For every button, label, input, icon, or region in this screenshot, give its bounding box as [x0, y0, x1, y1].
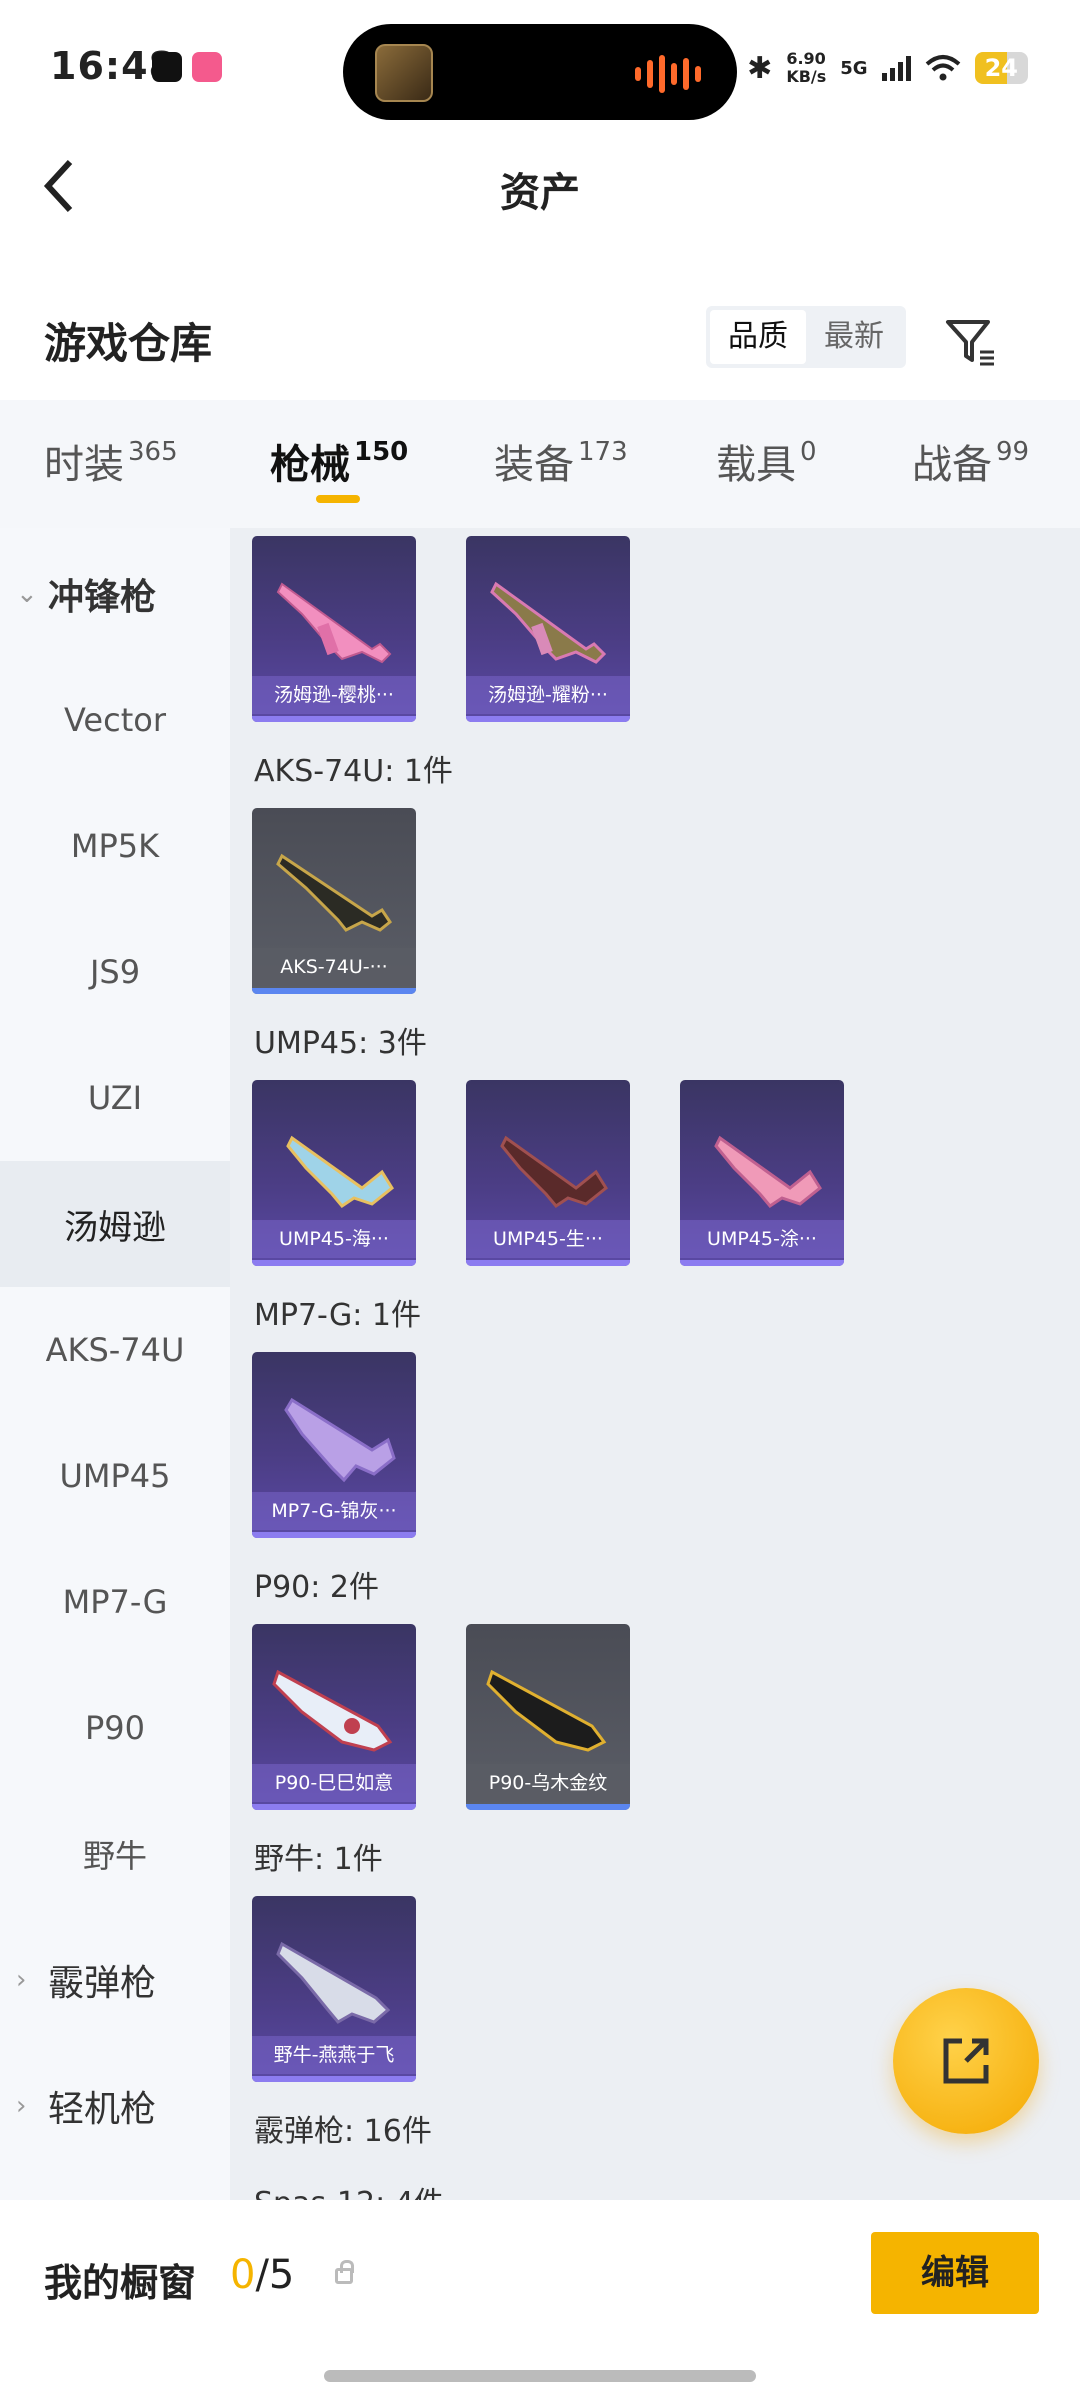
weapon-image	[276, 853, 393, 932]
tab-equipment[interactable]: 装备 173	[494, 432, 628, 490]
sidebar-item-mp7g[interactable]: MP7-G	[0, 1539, 230, 1665]
weapon-name: UMP45-生···	[466, 1220, 630, 1258]
weapon-card[interactable]: MP7-G-锦灰···	[252, 1352, 416, 1538]
music-app-icon	[152, 52, 182, 82]
tab-firearms[interactable]: 枪械 150	[270, 432, 408, 490]
showcase-title: 我的橱窗	[44, 2261, 197, 2305]
chevron-down-icon: ⌄	[16, 579, 38, 609]
sidebar-item-bison[interactable]: 野牛	[0, 1791, 230, 1917]
app-screen: { "status": {"time":"16:48","net_speed_v…	[0, 0, 1080, 2400]
weapon-image	[486, 1669, 607, 1752]
weapon-name: 汤姆逊-耀粉···	[466, 676, 630, 714]
edit-button[interactable]: 编辑	[871, 2232, 1039, 2314]
weapon-image	[276, 582, 392, 664]
showcase-bar: 我的橱窗 0/5 编辑	[0, 2200, 1080, 2400]
section-title-mp7g: MP7-G: 1件	[254, 1298, 421, 1333]
battery-icon: 24	[974, 52, 1028, 84]
tab-fashion[interactable]: 时装 365	[44, 432, 178, 490]
tab-readiness[interactable]: 战备 99	[912, 432, 1029, 490]
weapon-card[interactable]: UMP45-海···	[252, 1080, 416, 1266]
warehouse-title: 游戏仓库	[44, 319, 213, 368]
warehouse-header: 游戏仓库 品质 最新	[0, 290, 1080, 400]
sidebar-item-vector[interactable]: Vector	[0, 657, 230, 783]
weapon-card[interactable]: UMP45-涂···	[680, 1080, 844, 1266]
weapon-name: UMP45-海···	[252, 1220, 416, 1258]
status-right: ✱ 6.90 KB/s 5G 24	[747, 50, 1028, 86]
weapon-card[interactable]: 汤姆逊-樱桃···	[252, 536, 416, 722]
audio-wave-icon	[635, 54, 701, 94]
weapon-grid: 汤姆逊-樱桃··· 汤姆逊-耀粉··· AKS-74U: 1件 AKS-74U-…	[230, 528, 1080, 2200]
wifi-icon	[925, 55, 960, 81]
home-indicator[interactable]	[324, 2370, 756, 2382]
sidebar-item-p90[interactable]: P90	[0, 1665, 230, 1791]
sort-newest-button[interactable]: 最新	[806, 310, 902, 364]
island-thumbnail	[375, 44, 433, 102]
weapon-type-sidebar: ⌄ 冲锋枪 Vector MP5K JS9 UZI 汤姆逊 AKS-74U UMP…	[0, 528, 230, 2200]
net-speed: 6.90 KB/s	[786, 49, 827, 86]
chevron-right-icon: ›	[16, 2091, 27, 2121]
weapon-image	[490, 581, 607, 664]
filter-icon	[946, 320, 994, 366]
weapon-card[interactable]: P90-乌木金纹	[466, 1624, 630, 1810]
section-title-shotgun: 霰弹枪: 16件	[254, 2114, 432, 2149]
sidebar-group-smg[interactable]: ⌄ 冲锋枪	[0, 531, 230, 657]
network-label: 5G	[840, 57, 868, 79]
chevron-right-icon: ›	[16, 1965, 27, 1995]
weapon-card[interactable]: 汤姆逊-耀粉···	[466, 536, 630, 722]
sort-quality-button[interactable]: 品质	[710, 310, 806, 364]
sidebar-group-lmg[interactable]: › 轻机枪	[0, 2043, 230, 2169]
weapon-name: MP7-G-锦灰···	[252, 1492, 416, 1530]
sidebar-item-mp5k[interactable]: MP5K	[0, 783, 230, 909]
page-title: 资产	[500, 170, 580, 216]
bilibili-app-icon	[192, 52, 222, 82]
sidebar-item-thompson[interactable]: 汤姆逊	[0, 1161, 230, 1287]
section-title-ump45: UMP45: 3件	[254, 1026, 427, 1061]
sidebar-item-js9[interactable]: JS9	[0, 909, 230, 1035]
weapon-image	[286, 1135, 394, 1208]
showcase-count: 0/5	[230, 2252, 295, 2298]
bluetooth-icon: ✱	[747, 50, 773, 86]
weapon-card[interactable]: 野牛-燕燕于飞	[252, 1896, 416, 2082]
weapon-card[interactable]: UMP45-生···	[466, 1080, 630, 1266]
category-tabs: 时装 365 枪械 150 装备 173 载具 0 战备 99	[0, 400, 1080, 528]
section-title-bison: 野牛: 1件	[254, 1842, 383, 1877]
nav-bar: 资产	[0, 130, 1080, 240]
signal-icon	[881, 55, 911, 81]
weapon-card[interactable]: AKS-74U-···	[252, 808, 416, 994]
dynamic-island[interactable]	[343, 24, 737, 120]
filter-button[interactable]	[940, 312, 1000, 372]
sort-toggle: 品质 最新	[706, 306, 906, 368]
share-icon	[943, 2038, 989, 2084]
section-title-p90: P90: 2件	[254, 1570, 379, 1605]
weapon-image	[272, 1669, 393, 1752]
lock-icon	[335, 2260, 354, 2284]
weapon-image	[276, 1941, 391, 2024]
weapon-name: 汤姆逊-樱桃···	[252, 676, 416, 714]
sidebar-item-uzi[interactable]: UZI	[0, 1035, 230, 1161]
weapon-card[interactable]: P90-巳巳如意	[252, 1624, 416, 1810]
weapon-name: UMP45-涂···	[680, 1220, 844, 1258]
section-title-spas12: Spas-12: 4件	[254, 2178, 444, 2200]
weapon-name: P90-乌木金纹	[466, 1764, 630, 1802]
section-title-aks74u: AKS-74U: 1件	[254, 754, 453, 789]
sidebar-group-shotgun[interactable]: › 霰弹枪	[0, 1917, 230, 2043]
active-tab-indicator	[316, 495, 360, 503]
share-button[interactable]	[893, 1988, 1039, 2134]
status-bar: 16:48 ✱ 6.90 KB/s 5G 24	[0, 0, 1080, 130]
weapon-image	[500, 1135, 608, 1208]
sidebar-item-ump45[interactable]: UMP45	[0, 1413, 230, 1539]
weapon-image	[714, 1135, 822, 1208]
weapon-name: P90-巳巳如意	[252, 1764, 416, 1802]
weapon-name: 野牛-燕燕于飞	[252, 2036, 416, 2074]
tab-vehicles[interactable]: 载具 0	[716, 432, 817, 490]
sidebar-item-aks74u[interactable]: AKS-74U	[0, 1287, 230, 1413]
weapon-image	[284, 1397, 396, 1483]
weapon-name: AKS-74U-···	[252, 948, 416, 986]
